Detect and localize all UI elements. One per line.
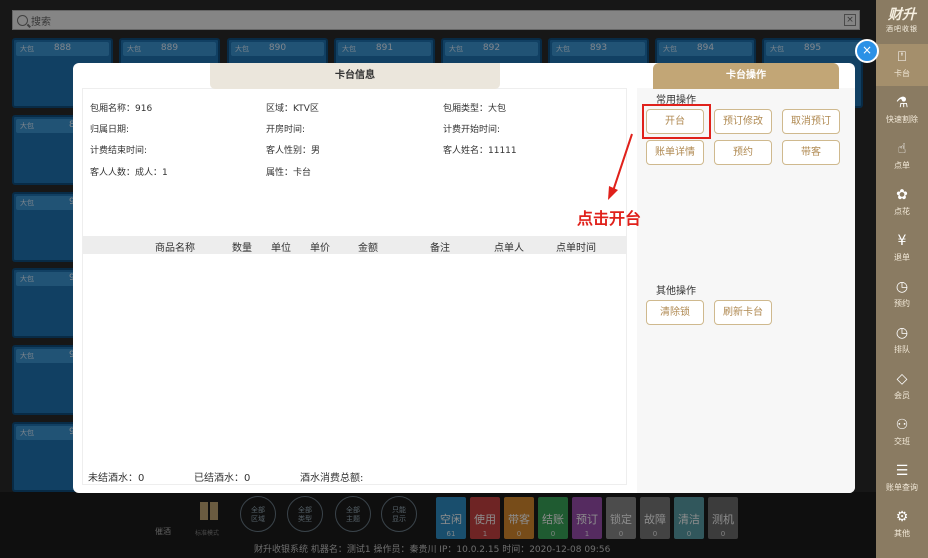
sidebar-item-1[interactable]: ⚗ 快速割除: [876, 90, 928, 132]
sidebar-item-label: 快速割除: [886, 115, 918, 124]
annotation-arrow: [608, 133, 633, 200]
info-area: 区域：KTV区: [266, 104, 319, 114]
op-button-2[interactable]: 取消预订: [782, 109, 840, 134]
tab-room-operations[interactable]: 卡台操作: [653, 63, 839, 89]
info-bill-start: 计费开始时间:: [443, 125, 501, 135]
drinks-total: 酒水消费总额:: [300, 473, 364, 484]
op-button-1[interactable]: 预订修改: [714, 109, 772, 134]
column-header: 数量: [232, 243, 252, 254]
sidebar-item-label: 其他: [894, 529, 910, 538]
column-header: 金额: [358, 243, 378, 254]
sidebar-item-label: 点花: [894, 207, 910, 216]
tab-room-info[interactable]: 卡台信息: [210, 63, 500, 89]
other-op-button-1[interactable]: 刷新卡台: [714, 300, 772, 325]
diamond-icon: ◇: [896, 371, 908, 387]
hand-icon: ☝: [897, 141, 907, 157]
sidebar-item-label: 排队: [894, 345, 910, 354]
column-header: 点单人: [494, 243, 524, 254]
unsettled-drinks: 未结酒水：0: [88, 473, 145, 484]
info-open-time: 开房时间:: [266, 125, 306, 135]
op-button-3[interactable]: 账单详情: [646, 140, 704, 165]
app-logo: 财升 酒吧收银: [886, 7, 918, 33]
sidebar-item-label: 退单: [894, 253, 910, 262]
sidebar-item-label: 预约: [894, 299, 910, 308]
room-info-panel: [82, 88, 627, 485]
users-icon: ⚇: [895, 417, 909, 433]
sidebar-item-4[interactable]: ¥ 退单: [876, 228, 928, 270]
info-room-name: 包厢名称：916: [90, 104, 153, 114]
sidebar-item-10[interactable]: ⚙ 其他: [876, 504, 928, 546]
sidebar-item-label: 账单查询: [886, 483, 918, 492]
sidebar-item-label: 会员: [894, 391, 910, 400]
clock-icon: ◷: [895, 325, 909, 341]
sidebar-item-8[interactable]: ⚇ 交班: [876, 412, 928, 454]
info-bill-end: 计费结束时间:: [90, 146, 148, 156]
sidebar-item-label: 卡台: [894, 69, 910, 78]
sidebar-item-label: 点单: [894, 161, 910, 170]
column-header: 商品名称: [155, 243, 195, 254]
yen-icon: ¥: [897, 233, 907, 249]
document-icon: ☰: [895, 463, 909, 479]
other-op-button-0[interactable]: 清除锁: [646, 300, 704, 325]
info-attribute: 属性：卡台: [266, 168, 312, 178]
door-icon: ⍞: [897, 49, 907, 65]
bottle-icon: ⚗: [895, 95, 909, 111]
info-gender: 客人性别：男: [266, 146, 321, 156]
column-header: 单价: [310, 243, 330, 254]
gear-icon: ⚙: [895, 509, 909, 525]
sidebar-item-9[interactable]: ☰ 账单查询: [876, 458, 928, 500]
sidebar-item-0[interactable]: ⍞ 卡台: [876, 44, 928, 86]
info-due-date: 归属日期:: [90, 125, 130, 135]
sidebar-item-7[interactable]: ◇ 会员: [876, 366, 928, 408]
clock-icon: ◷: [895, 279, 909, 295]
sidebar-item-label: 交班: [894, 437, 910, 446]
open-table-highlight: [642, 104, 711, 139]
sidebar-item-3[interactable]: ✿ 点花: [876, 182, 928, 224]
op-button-5[interactable]: 带客: [782, 140, 840, 165]
column-header: 点单时间: [556, 243, 596, 254]
sidebar-item-2[interactable]: ☝ 点单: [876, 136, 928, 178]
flower-icon: ✿: [896, 187, 908, 203]
column-header: 备注: [430, 243, 450, 254]
info-guest-name: 客人姓名：11111: [443, 146, 517, 156]
annotation-text: 点击开台: [577, 209, 642, 228]
info-room-type: 包厢类型：大包: [443, 104, 507, 114]
op-button-4[interactable]: 预约: [714, 140, 772, 165]
close-modal-button[interactable]: ×: [855, 39, 879, 63]
column-header: 单位: [271, 243, 291, 254]
info-guest-count: 客人人数：成人：1: [90, 168, 168, 178]
sidebar-item-6[interactable]: ◷ 排队: [876, 320, 928, 362]
other-ops-title: 其他操作: [656, 286, 696, 297]
sidebar-item-5[interactable]: ◷ 预约: [876, 274, 928, 316]
settled-drinks: 已结酒水：0: [194, 473, 251, 484]
